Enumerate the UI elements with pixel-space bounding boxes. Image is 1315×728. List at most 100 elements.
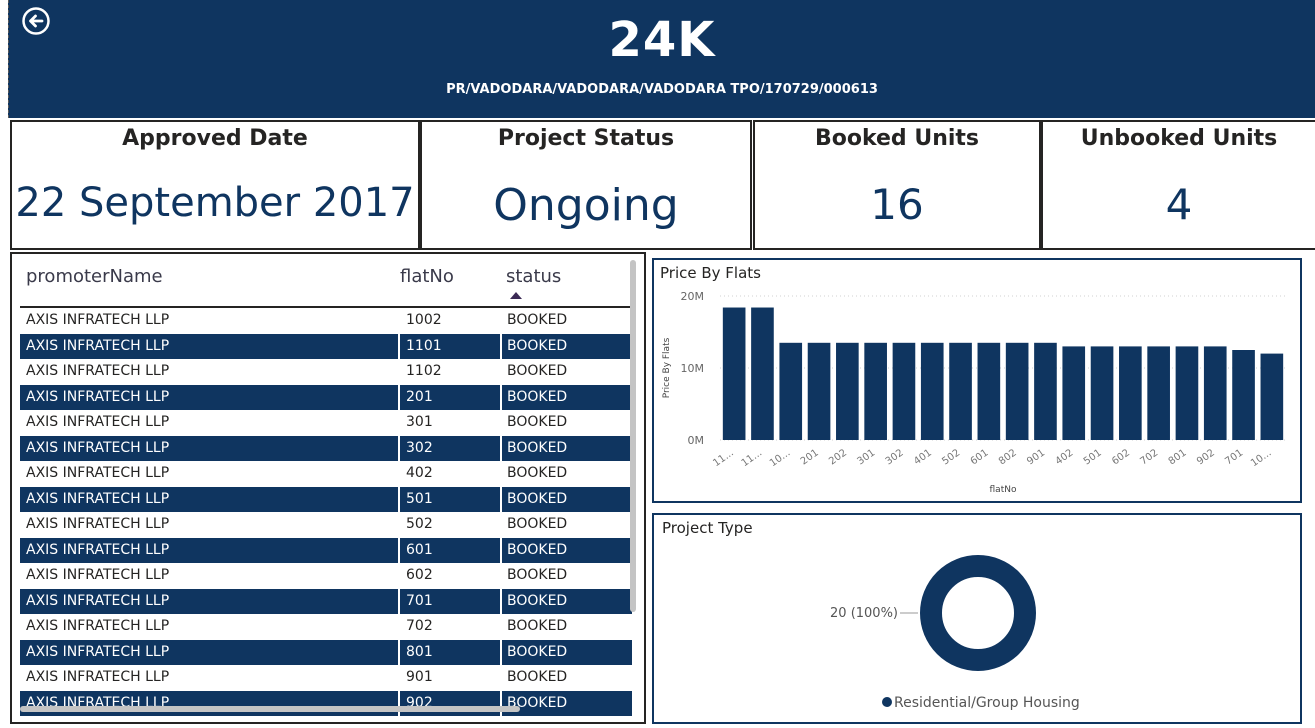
cell-promoter: AXIS INFRATECH LLP — [26, 669, 170, 685]
cell-status: BOOKED — [507, 541, 568, 558]
x-tick-label: 402 — [1054, 447, 1076, 467]
table-row[interactable]: AXIS INFRATECH LLP 301 BOOKED — [20, 410, 632, 436]
header-banner: 24K PR/VADODARA/VADODARA/VADODARA TPO/17… — [8, 0, 1315, 118]
cell-divider — [398, 486, 400, 512]
cell-status: BOOKED — [507, 439, 568, 456]
bar[interactable] — [836, 342, 859, 440]
table-row[interactable]: AXIS INFRATECH LLP 1101 BOOKED — [20, 333, 632, 359]
cell-status: BOOKED — [507, 567, 568, 583]
cell-promoter: AXIS INFRATECH LLP — [26, 490, 170, 507]
cell-flatno: 502 — [406, 516, 433, 532]
bar[interactable] — [1005, 342, 1029, 440]
bar[interactable] — [864, 342, 887, 440]
bar[interactable] — [722, 307, 746, 440]
cell-promoter: AXIS INFRATECH LLP — [26, 643, 170, 660]
y-tick-label: 10M — [681, 362, 705, 375]
column-header-status[interactable]: status — [506, 266, 561, 287]
sort-ascending-icon[interactable] — [510, 292, 522, 299]
x-tick-label: 701 — [1223, 447, 1245, 467]
cell-flatno: 1101 — [406, 337, 442, 354]
column-header-flatno[interactable]: flatNo — [400, 266, 454, 287]
table-row[interactable]: AXIS INFRATECH LLP 1102 BOOKED — [20, 359, 632, 385]
x-tick-label: 501 — [1082, 447, 1104, 467]
cell-flatno: 801 — [406, 643, 433, 660]
cell-status: BOOKED — [507, 618, 568, 634]
bar[interactable] — [1260, 353, 1284, 440]
bar[interactable] — [1203, 346, 1227, 440]
registration-number: PR/VADODARA/VADODARA/VADODARA TPO/170729… — [446, 82, 878, 97]
x-tick-label: 802 — [997, 447, 1019, 467]
bar[interactable] — [1090, 346, 1114, 440]
table-row[interactable]: AXIS INFRATECH LLP 702 BOOKED — [20, 614, 632, 640]
card-title: Booked Units — [814, 126, 980, 151]
cell-divider — [398, 333, 400, 359]
x-tick-label: 902 — [1195, 447, 1217, 467]
bar[interactable] — [920, 342, 944, 440]
cell-status: BOOKED — [507, 592, 568, 609]
cell-flatno: 1102 — [406, 363, 442, 379]
bar[interactable] — [949, 342, 972, 440]
card-booked-units: Booked Units 16 — [753, 120, 1041, 250]
table-row[interactable]: AXIS INFRATECH LLP 601 BOOKED — [20, 537, 632, 563]
table-row[interactable]: AXIS INFRATECH LLP 902 BOOKED — [20, 690, 632, 716]
cell-divider — [500, 588, 502, 614]
bar[interactable] — [1062, 346, 1086, 440]
table-row[interactable]: AXIS INFRATECH LLP 302 BOOKED — [20, 435, 632, 461]
bar[interactable] — [751, 307, 774, 440]
cell-promoter: AXIS INFRATECH LLP — [26, 388, 170, 405]
cell-status: BOOKED — [507, 516, 568, 532]
bar[interactable] — [892, 342, 916, 440]
table-row[interactable]: AXIS INFRATECH LLP 201 BOOKED — [20, 384, 632, 410]
table-row[interactable]: AXIS INFRATECH LLP 701 BOOKED — [20, 588, 632, 614]
cell-divider — [398, 384, 400, 410]
bar[interactable] — [779, 342, 803, 440]
table-header: promoterName flatNo status — [20, 260, 632, 308]
price-by-flats-chart: Price By Flats 0M 10M 20M Price By Flats 11.… — [652, 258, 1302, 503]
cell-divider — [500, 690, 502, 716]
cell-status: BOOKED — [507, 669, 568, 685]
cell-flatno: 302 — [406, 439, 433, 456]
x-tick-label: 801 — [1167, 447, 1189, 467]
bar[interactable] — [1175, 346, 1199, 440]
table-row[interactable]: AXIS INFRATECH LLP 801 BOOKED — [20, 639, 632, 665]
cell-flatno: 701 — [406, 592, 433, 609]
table-row[interactable]: AXIS INFRATECH LLP 602 BOOKED — [20, 563, 632, 589]
x-tick-label: 702 — [1138, 447, 1160, 467]
x-tick-label: 10... — [768, 447, 793, 469]
column-header-promoter[interactable]: promoterName — [26, 266, 163, 287]
project-type-chart: Project Type 20 (100%) Residential/Group … — [652, 513, 1302, 724]
cell-status: BOOKED — [507, 337, 568, 354]
cell-divider — [500, 435, 502, 461]
x-tick-label: 901 — [1025, 447, 1047, 467]
y-tick-label: 20M — [681, 290, 705, 303]
bar[interactable] — [1232, 350, 1255, 440]
bar[interactable] — [807, 342, 831, 440]
table-row[interactable]: AXIS INFRATECH LLP 501 BOOKED — [20, 486, 632, 512]
cell-divider — [500, 537, 502, 563]
bar[interactable] — [1034, 342, 1057, 440]
donut-slice[interactable] — [920, 555, 1036, 671]
cell-flatno: 402 — [406, 465, 433, 481]
card-title: Unbooked Units — [1080, 126, 1278, 151]
cell-promoter: AXIS INFRATECH LLP — [26, 414, 170, 430]
bar[interactable] — [977, 342, 1001, 440]
y-tick-label: 0M — [688, 434, 705, 447]
x-tick-label: 202 — [827, 447, 849, 467]
card-value: 4 — [1165, 180, 1193, 229]
cell-divider — [398, 435, 400, 461]
horizontal-scrollbar[interactable] — [20, 706, 520, 712]
card-approved-date: Approved Date 22 September 2017 — [10, 120, 420, 250]
bar[interactable] — [1147, 346, 1170, 440]
table-row[interactable]: AXIS INFRATECH LLP 402 BOOKED — [20, 461, 632, 487]
data-label: 20 (100%) — [830, 606, 898, 621]
cell-promoter: AXIS INFRATECH LLP — [26, 541, 170, 558]
legend-label: Residential/Group Housing — [894, 695, 1080, 711]
table-row[interactable]: AXIS INFRATECH LLP 901 BOOKED — [20, 665, 632, 691]
cell-flatno: 1002 — [406, 312, 442, 328]
donut-chart-svg: 20 (100%) Residential/Group Housing — [830, 555, 1080, 711]
vertical-scrollbar[interactable] — [630, 260, 636, 612]
table-row[interactable]: AXIS INFRATECH LLP 502 BOOKED — [20, 512, 632, 538]
bar[interactable] — [1119, 346, 1142, 440]
table-row[interactable]: AXIS INFRATECH LLP 1002 BOOKED — [20, 308, 632, 334]
cell-divider — [398, 639, 400, 665]
